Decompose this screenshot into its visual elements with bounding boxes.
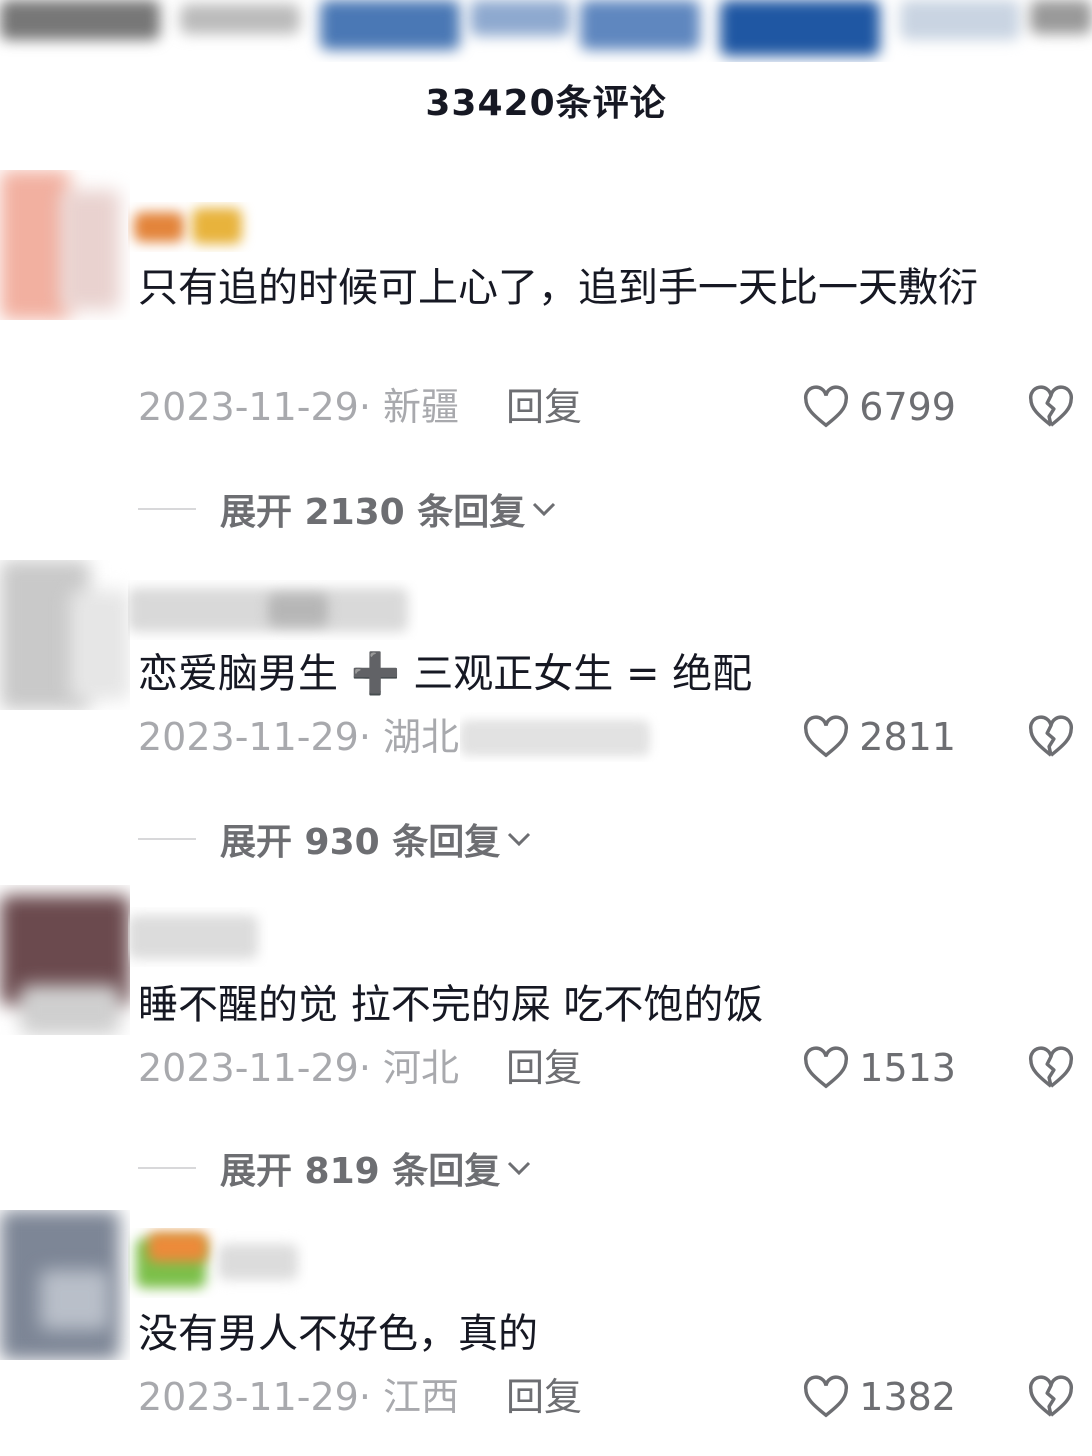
reply-button[interactable]: 回复 (506, 1043, 582, 1093)
expand-replies-button[interactable]: 展开 930 条回复 (138, 814, 534, 864)
expand-replies-button[interactable]: 展开 2130 条回复 (138, 484, 559, 534)
comment-meta: 2023-11-29· 江西 (138, 1375, 459, 1419)
expand-replies-button[interactable]: 展开 819 条回复 (138, 1143, 534, 1193)
reply-button[interactable] (460, 712, 660, 762)
heart-outline-icon (804, 1046, 849, 1089)
expand-replies-label: 展开 930 条回复 (220, 822, 501, 863)
heart-outline-icon (804, 385, 849, 428)
broken-heart-icon (1028, 385, 1074, 427)
dislike-button[interactable] (1026, 712, 1076, 762)
like-count: 6799 (859, 385, 956, 429)
username[interactable] (128, 202, 258, 252)
broken-heart-icon (1028, 1375, 1074, 1417)
heart-outline-icon (804, 715, 849, 758)
like-button[interactable]: 2811 (803, 712, 956, 762)
comment-meta: 2023-11-29· 河北 (138, 1046, 459, 1090)
username[interactable] (128, 907, 268, 967)
like-button[interactable]: 1513 (803, 1043, 956, 1093)
comment-text: 恋爱脑男生 ➕ 三观正女生 = 绝配 (138, 651, 753, 697)
broken-heart-icon (1028, 715, 1074, 757)
like-count: 2811 (859, 715, 956, 759)
like-button[interactable]: 1382 (803, 1372, 956, 1422)
reply-button[interactable]: 回复 (506, 1372, 582, 1422)
dislike-button[interactable] (1026, 1372, 1076, 1422)
comment-text: 只有追的时候可上心了，追到手一天比一天敷衍 (138, 265, 978, 311)
comment-text: 没有男人不好色，真的 (138, 1311, 538, 1357)
chevron-down-icon (508, 1161, 531, 1176)
avatar[interactable] (0, 170, 130, 320)
dislike-button[interactable] (1026, 1043, 1076, 1093)
divider-line (138, 1167, 196, 1169)
chevron-down-icon (508, 832, 531, 847)
comment-count-title: 33420条评论 (425, 83, 667, 124)
username[interactable] (128, 580, 418, 640)
like-count: 1513 (859, 1046, 956, 1090)
comment-meta: 2023-11-29· 湖北 (138, 715, 459, 759)
like-button[interactable]: 6799 (803, 382, 956, 432)
avatar[interactable] (0, 885, 130, 1035)
heart-outline-icon (804, 1375, 849, 1418)
reply-button[interactable]: 回复 (506, 382, 582, 432)
broken-heart-icon (1028, 1046, 1074, 1088)
username[interactable] (128, 1228, 308, 1298)
avatar[interactable] (0, 1210, 130, 1360)
comment-meta: 2023-11-29· 新疆 (138, 385, 459, 429)
expand-replies-label: 展开 819 条回复 (220, 1151, 501, 1192)
divider-line (138, 838, 196, 840)
avatar[interactable] (0, 560, 130, 710)
dislike-button[interactable] (1026, 382, 1076, 432)
expand-replies-label: 展开 2130 条回复 (220, 492, 526, 533)
comment-text: 睡不醒的觉 拉不完的屎 吃不饱的饭 (138, 982, 764, 1028)
chevron-down-icon (533, 502, 556, 517)
like-count: 1382 (859, 1375, 956, 1419)
divider-line (138, 508, 196, 510)
top-blurred-image-strip (0, 0, 1092, 62)
